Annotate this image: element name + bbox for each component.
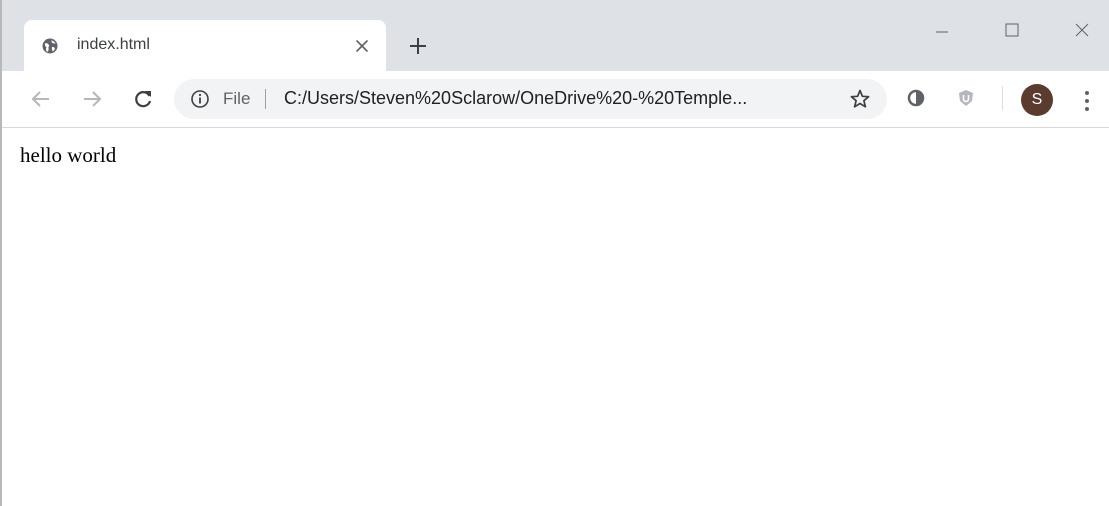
maximize-icon [1005,23,1019,37]
close-icon [1075,23,1089,37]
profile-avatar[interactable]: S [1021,84,1053,116]
omnibox-divider [265,89,266,109]
tab-close-icon[interactable] [352,36,372,56]
tab-index-html[interactable]: index.html [24,20,386,71]
browser-toolbar: File C:/Users/Steven%20Sclarow/OneDrive%… [2,71,1109,128]
ublock-extension-icon[interactable] [956,88,976,108]
scheme-label: File [223,89,251,108]
info-icon[interactable] [190,89,210,109]
extension-icon[interactable] [906,88,926,108]
url-text[interactable]: C:/Users/Steven%20Sclarow/OneDrive%20-%2… [284,88,747,109]
address-bar[interactable]: File C:/Users/Steven%20Sclarow/OneDrive%… [174,79,887,119]
back-button[interactable] [27,85,55,113]
plus-icon [410,38,426,54]
reload-button[interactable] [129,85,157,113]
page-body-text: hello world [20,143,117,167]
reload-icon [135,91,152,108]
close-window-button[interactable] [1062,14,1102,46]
bookmark-star-icon[interactable] [849,88,871,110]
forward-button[interactable] [78,85,106,113]
maximize-button[interactable] [992,14,1032,46]
minimize-button[interactable] [922,14,962,46]
browser-window: index.html File C:/Users/Steven%20Sclaro… [0,0,1109,506]
page-content: hello world [2,128,1109,506]
minimize-icon [936,31,948,33]
back-arrow-icon [31,91,49,107]
tab-strip: index.html [2,0,1109,71]
new-tab-button[interactable] [405,33,431,59]
kebab-menu-icon[interactable] [1077,87,1097,115]
forward-arrow-icon [84,91,102,107]
tab-title: index.html [77,36,150,53]
toolbar-divider [1002,86,1003,110]
globe-icon [42,38,58,54]
